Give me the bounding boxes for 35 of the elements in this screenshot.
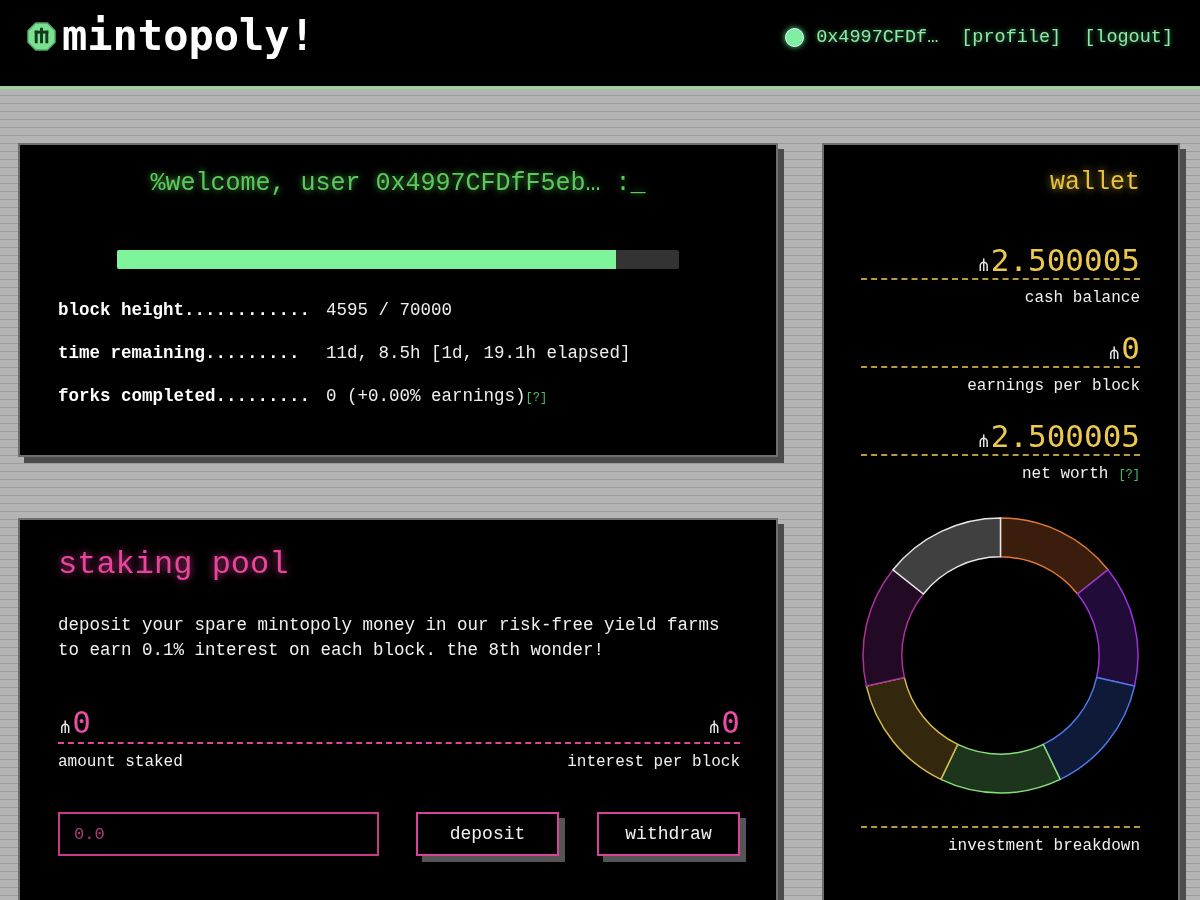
stat-value: 0 (+0.00% earnings) [326, 385, 526, 408]
stat-label: time remaining......... [58, 342, 301, 365]
staking-description: deposit your spare mintopoly money in our risk-free yield farms to earn 0.1% interest on each block. the 8th wonder! [58, 614, 721, 662]
wallet-address: 0x4997CFDf… [816, 26, 939, 48]
currency-symbol: ⋔ [707, 717, 722, 737]
chart-caption: investment breakdown [947, 836, 1140, 856]
app-logo: mintopoly! [62, 12, 315, 60]
amount-value: 0 [72, 704, 91, 740]
stat-label: block height............ [58, 299, 312, 322]
help-link[interactable]: [?] [1118, 467, 1140, 483]
header-link[interactable]: [logout] [1084, 26, 1173, 48]
currency-symbol: ⋔ [58, 717, 73, 737]
welcome-heading: %welcome, user 0x4997CFDfF5eb… :_ [149, 169, 647, 199]
amount-label: interest per block [567, 752, 740, 772]
coin-logo-icon [27, 21, 56, 51]
balance-label: earnings per block [967, 376, 1140, 396]
balance-value: 2.500005 [990, 418, 1140, 454]
balance-label: net worth [1021, 464, 1109, 484]
amount-label: amount staked [58, 752, 183, 772]
staking-title: staking pool [58, 546, 290, 584]
stat-label: forks completed......... [58, 385, 312, 408]
help-link[interactable]: [?] [525, 390, 548, 406]
currency-symbol: ⋔ [976, 431, 991, 451]
currency-symbol: ⋔ [1107, 343, 1122, 363]
stat-value: 11d, 8.5h [1d, 19.1h elapsed] [326, 342, 631, 365]
amount-value: 0 [721, 704, 740, 740]
currency-symbol: ⋔ [976, 255, 991, 275]
status-dot-icon [785, 27, 805, 47]
header-link[interactable]: [profile] [961, 26, 1062, 48]
amount-input[interactable]: 0.0 [58, 812, 379, 856]
balance-value: 0 [1121, 330, 1140, 366]
balance-value: 2.500005 [990, 242, 1140, 278]
wallet-title: wallet [1049, 168, 1140, 198]
balance-label: cash balance [1024, 288, 1140, 308]
stat-value: 4595 / 70000 [326, 299, 453, 322]
